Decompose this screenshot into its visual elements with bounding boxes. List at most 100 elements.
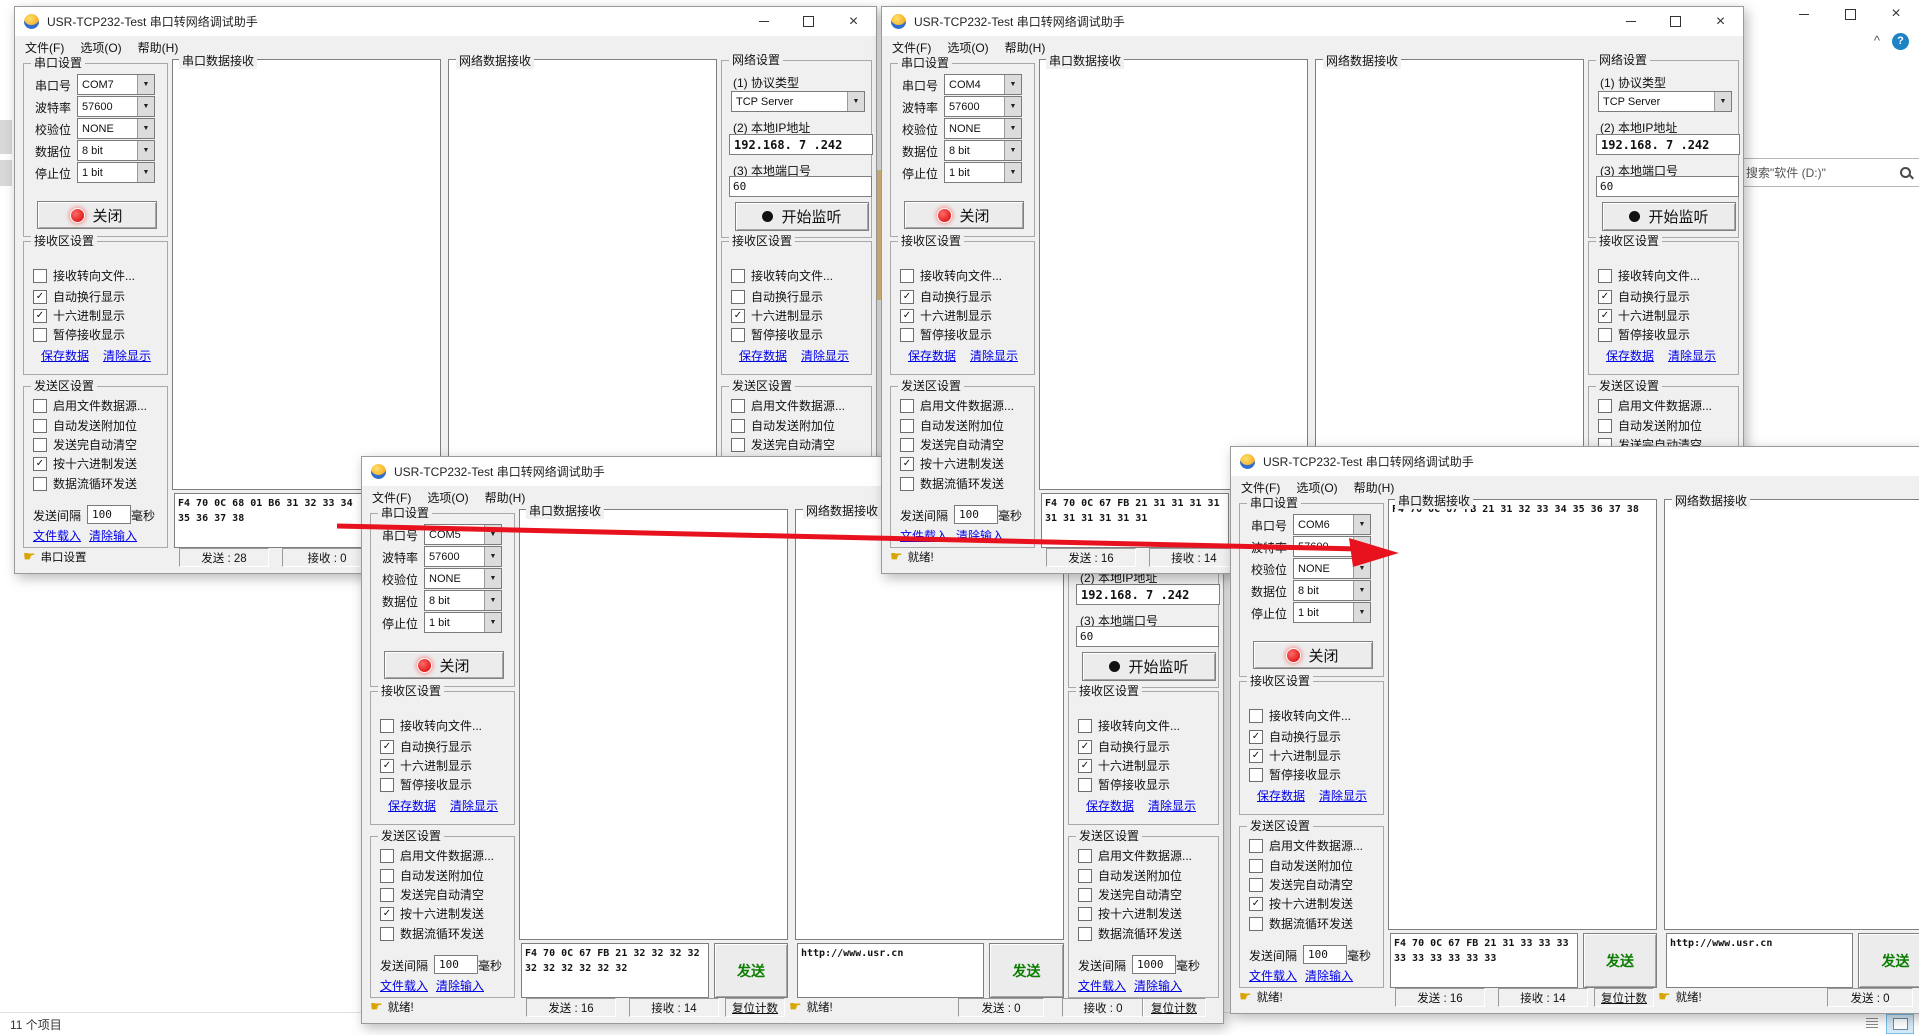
baud-rate-select[interactable]: 57600	[1293, 536, 1371, 557]
close-serial-button[interactable]: 关闭	[1253, 641, 1373, 669]
baud-rate-select-arrow[interactable]	[137, 97, 154, 116]
parity-select-arrow[interactable]	[137, 119, 154, 138]
net-recv-option-2-checkbox[interactable]: ✓	[731, 309, 745, 323]
serial-save-data-link[interactable]: 保存数据	[41, 347, 89, 364]
serial-reset-count-link[interactable]: 复位计数	[1594, 988, 1654, 1007]
net-save-data-link[interactable]: 保存数据	[739, 347, 787, 364]
net-save-data-link[interactable]: 保存数据	[1086, 797, 1134, 814]
serial-recv-option-0[interactable]: 接收转向文件...	[1249, 707, 1351, 724]
stop-bits-select-arrow[interactable]	[137, 163, 154, 182]
send-serial-button[interactable]: 发送	[714, 943, 788, 998]
serial-send-option-1-checkbox[interactable]	[1249, 859, 1263, 873]
net-recv-option-0[interactable]: 接收转向文件...	[1078, 717, 1180, 734]
stop-bits-select-arrow[interactable]	[484, 613, 501, 632]
collapse-ribbon-icon[interactable]	[1874, 32, 1880, 50]
serial-send-option-1-checkbox[interactable]	[33, 419, 47, 433]
net-file-load-link[interactable]: 文件载入	[1078, 977, 1126, 994]
serial-send-option-3-checkbox[interactable]: ✓	[33, 457, 47, 471]
protocol-select[interactable]: TCP Server	[1598, 91, 1732, 112]
serial-send-option-3-checkbox[interactable]: ✓	[900, 457, 914, 471]
serial-send-option-4-checkbox[interactable]	[33, 477, 47, 491]
menu-help[interactable]: 帮助(H)	[485, 489, 526, 506]
com-port-select-arrow[interactable]	[1353, 515, 1370, 534]
serial-file-load-link[interactable]: 文件载入	[380, 977, 428, 994]
protocol-select-arrow[interactable]	[847, 92, 864, 111]
baud-rate-select-arrow[interactable]	[484, 547, 501, 566]
net-send-option-1[interactable]: 自动发送附加位	[731, 417, 835, 434]
serial-send-option-1[interactable]: 自动发送附加位	[380, 867, 484, 884]
net-send-option-0[interactable]: 启用文件数据源...	[1598, 397, 1712, 414]
serial-send-option-1-checkbox[interactable]	[900, 419, 914, 433]
parity-select[interactable]: NONE	[944, 118, 1022, 139]
com-port-select-arrow[interactable]	[1004, 75, 1021, 94]
serial-clear-input-link[interactable]: 清除输入	[1305, 967, 1353, 984]
serial-send-input[interactable]: F4 70 0C 67 FB 21 31 31 31 31 31 31 31 3…	[1041, 493, 1229, 548]
serial-file-load-link[interactable]: 文件载入	[1249, 967, 1297, 984]
serial-recv-option-3-checkbox[interactable]	[1249, 768, 1263, 782]
net-send-option-0[interactable]: 启用文件数据源...	[1078, 847, 1192, 864]
close-serial-button[interactable]: 关闭	[37, 201, 157, 229]
baud-rate-select[interactable]: 57600	[944, 96, 1022, 117]
net-recv-option-3[interactable]: 暂停接收显示	[1078, 776, 1170, 793]
data-bits-select[interactable]: 8 bit	[77, 140, 155, 161]
menu-options[interactable]: 选项(O)	[80, 39, 121, 56]
net-recv-option-1-checkbox[interactable]: ✓	[1598, 290, 1612, 304]
local-port-input[interactable]: 60	[729, 176, 872, 197]
serial-receive-box[interactable]	[519, 509, 788, 940]
serial-save-data-link[interactable]: 保存数据	[388, 797, 436, 814]
serial-send-input[interactable]: F4 70 0C 68 01 B6 31 32 33 34 35 36 37 3…	[174, 493, 362, 548]
local-ip-input[interactable]: 192.168. 7 .242	[729, 134, 873, 155]
net-recv-option-2[interactable]: ✓十六进制显示	[1598, 307, 1690, 324]
serial-recv-option-2[interactable]: ✓十六进制显示	[33, 307, 125, 324]
list-view-button[interactable]	[1861, 1014, 1883, 1032]
serial-send-option-0[interactable]: 启用文件数据源...	[33, 397, 147, 414]
explorer-minimize-button[interactable]	[1781, 0, 1827, 28]
serial-send-option-3[interactable]: ✓按十六进制发送	[33, 455, 137, 472]
serial-interval-input[interactable]: 100	[1303, 945, 1347, 964]
net-recv-option-0-checkbox[interactable]	[1078, 719, 1092, 733]
baud-rate-select[interactable]: 57600	[77, 96, 155, 117]
local-ip-input[interactable]: 192.168. 7 .242	[1076, 584, 1220, 605]
net-send-option-1[interactable]: 自动发送附加位	[1598, 417, 1702, 434]
serial-receive-box[interactable]	[1039, 59, 1308, 490]
serial-send-option-2[interactable]: 发送完自动清空	[900, 436, 1004, 453]
net-recv-option-0[interactable]: 接收转向文件...	[1598, 267, 1700, 284]
parity-select-arrow[interactable]	[484, 569, 501, 588]
net-interval-input[interactable]: 1000	[1132, 955, 1176, 974]
menu-options[interactable]: 选项(O)	[427, 489, 468, 506]
stop-bits-select[interactable]: 1 bit	[424, 612, 502, 633]
close-serial-button[interactable]: 关闭	[904, 201, 1024, 229]
maximize-button[interactable]	[1653, 7, 1698, 36]
net-recv-option-1-checkbox[interactable]	[731, 290, 745, 304]
net-send-option-0[interactable]: 启用文件数据源...	[731, 397, 845, 414]
close-button[interactable]	[831, 7, 876, 36]
com-port-select[interactable]: COM6	[1293, 514, 1371, 535]
explorer-search-box[interactable]: 搜索"软件 (D:)"	[1738, 158, 1919, 187]
net-recv-option-1[interactable]: 自动换行显示	[731, 288, 823, 305]
net-recv-option-3[interactable]: 暂停接收显示	[1598, 326, 1690, 343]
net-clear-input-link[interactable]: 清除输入	[1134, 977, 1182, 994]
send-network-button[interactable]: 发送	[989, 943, 1064, 998]
net-send-option-1-checkbox[interactable]	[1598, 419, 1612, 433]
stop-bits-select[interactable]: 1 bit	[944, 162, 1022, 183]
network-send-input[interactable]: http://www.usr.cn	[797, 943, 984, 998]
serial-clear-display-link[interactable]: 清除显示	[450, 797, 498, 814]
explorer-restore-button[interactable]	[1827, 0, 1873, 28]
net-send-option-3-checkbox[interactable]	[1078, 907, 1092, 921]
parity-select[interactable]: NONE	[424, 568, 502, 589]
serial-recv-option-0[interactable]: 接收转向文件...	[33, 267, 135, 284]
serial-receive-box[interactable]	[172, 59, 441, 490]
net-send-option-0-checkbox[interactable]	[1598, 399, 1612, 413]
net-send-option-0-checkbox[interactable]	[731, 399, 745, 413]
serial-send-option-2-checkbox[interactable]	[33, 438, 47, 452]
menu-help[interactable]: 帮助(H)	[138, 39, 179, 56]
minimize-button[interactable]	[741, 7, 786, 36]
data-bits-select-arrow[interactable]	[1353, 581, 1370, 600]
menu-file[interactable]: 文件(F)	[372, 489, 411, 506]
serial-save-data-link[interactable]: 保存数据	[1257, 787, 1305, 804]
network-receive-box[interactable]	[448, 59, 717, 490]
serial-recv-option-1[interactable]: ✓自动换行显示	[900, 288, 992, 305]
net-send-option-4-checkbox[interactable]	[1078, 927, 1092, 941]
net-recv-option-3-checkbox[interactable]	[1598, 328, 1612, 342]
serial-send-option-2[interactable]: 发送完自动清空	[33, 436, 137, 453]
